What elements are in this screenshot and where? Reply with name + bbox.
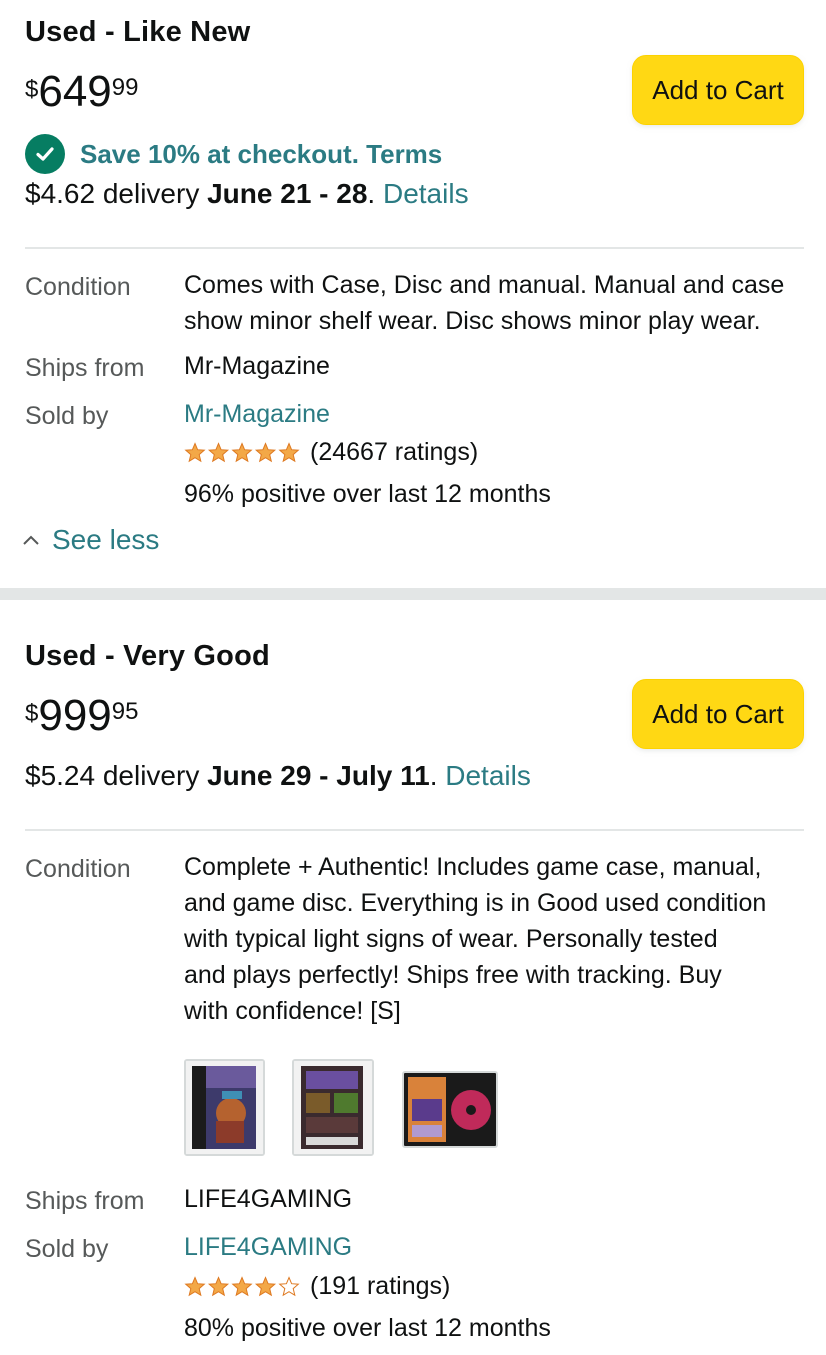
condition-photo-thumbnail[interactable] (292, 1059, 374, 1156)
ratings-count: (24667 ratings) (310, 438, 479, 466)
offer-condition-title: Used - Very Good (25, 640, 270, 672)
offer-price: $64999 (25, 70, 138, 114)
price-whole: 649 (38, 67, 112, 116)
delivery-dates: June 21 - 28 (207, 178, 368, 209)
delivery-details-link[interactable]: Details (445, 760, 531, 791)
star-rating-icon (185, 442, 299, 462)
condition-label: Condition (25, 855, 131, 883)
sold-by-label: Sold by (25, 402, 109, 430)
ships-from-label: Ships from (25, 1187, 145, 1215)
condition-line: and game disc. Everything is in Good use… (184, 889, 767, 917)
checkmark-icon (25, 134, 65, 174)
seller-link[interactable]: Mr-Magazine (184, 396, 330, 432)
divider (25, 247, 804, 249)
condition-line: Complete + Authentic! Includes game case… (184, 853, 762, 881)
see-less-label: See less (52, 524, 160, 555)
delivery-details-link[interactable]: Details (383, 178, 469, 209)
coupon-text: Save 10% at checkout. (80, 138, 359, 169)
delivery-fee: $4.62 delivery (25, 178, 208, 209)
offer-card-like-new: Used - Like New $64999 Add to Cart Save … (0, 0, 826, 588)
open-case-disc-photo (404, 1073, 496, 1146)
delivery-dates: June 29 - July 11 (207, 760, 430, 791)
see-less-toggle[interactable]: See less (22, 524, 159, 556)
condition-photo-thumbnail[interactable] (184, 1059, 265, 1156)
star-rating-icon (185, 1276, 299, 1296)
sold-by-label: Sold by (25, 1235, 109, 1263)
coupon-row: Save 10% at checkout. Terms (25, 134, 442, 174)
price-whole: 999 (38, 691, 112, 740)
price-fraction: 95 (111, 698, 139, 725)
price-fraction: 99 (111, 74, 139, 101)
seller-rating[interactable]: (24667 ratings) (184, 438, 478, 467)
delivery-suffix: . (429, 760, 446, 791)
delivery-suffix: . (367, 178, 383, 209)
ships-from-value: Mr-Magazine (184, 352, 330, 380)
add-to-cart-button[interactable]: Add to Cart (632, 679, 804, 749)
ships-from-label: Ships from (25, 354, 145, 382)
condition-line: with confidence! [S] (184, 997, 401, 1025)
delivery-info: $5.24 delivery June 29 - July 11. Detail… (25, 760, 531, 792)
condition-description: Complete + Authentic! Includes game case… (184, 849, 766, 1029)
case-front-photo (186, 1061, 263, 1154)
ratings-count: (191 ratings) (310, 1272, 451, 1300)
offer-price: $99995 (25, 694, 138, 738)
delivery-fee: $5.24 delivery (25, 760, 208, 791)
condition-line: show minor shelf wear. Disc shows minor … (184, 307, 761, 335)
price-symbol: $ (25, 76, 39, 103)
seller-link[interactable]: LIFE4GAMING (184, 1229, 352, 1265)
coupon-terms-link[interactable]: Terms (366, 139, 442, 169)
section-separator (0, 588, 826, 600)
chevron-up-icon (23, 535, 39, 545)
delivery-info: $4.62 delivery June 21 - 28. Details (25, 178, 469, 210)
offer-card-very-good: Used - Very Good $99995 Add to Cart $5.2… (0, 600, 826, 1355)
condition-label: Condition (25, 273, 131, 301)
condition-description: Comes with Case, Disc and manual. Manual… (184, 267, 784, 339)
condition-line: and plays perfectly! Ships free with tra… (184, 961, 722, 989)
seller-positive-rate: 96% positive over last 12 months (184, 480, 551, 508)
add-to-cart-button[interactable]: Add to Cart (632, 55, 804, 125)
ships-from-value: LIFE4GAMING (184, 1185, 353, 1213)
condition-photo-thumbnail[interactable] (402, 1071, 498, 1148)
offer-condition-title: Used - Like New (25, 16, 251, 48)
seller-rating[interactable]: (191 ratings) (184, 1272, 450, 1301)
seller-positive-rate: 80% positive over last 12 months (184, 1314, 551, 1342)
condition-line: with typical light signs of wear. Person… (184, 925, 718, 953)
condition-line: Comes with Case, Disc and manual. Manual… (184, 271, 785, 299)
divider (25, 829, 804, 831)
price-symbol: $ (25, 700, 39, 727)
case-back-photo (294, 1061, 372, 1154)
